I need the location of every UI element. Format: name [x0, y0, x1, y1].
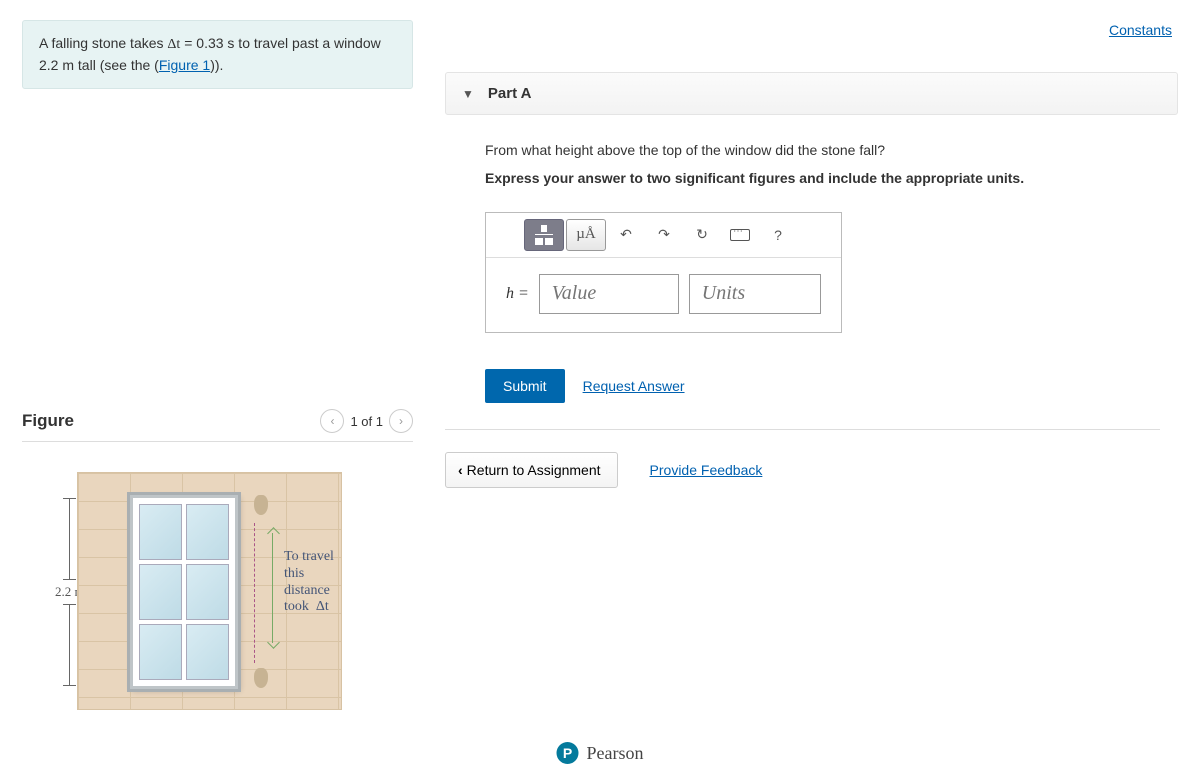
fraction-icon — [535, 225, 553, 245]
answer-box: µÅ ↶ ↷ ↻ ? h = — [485, 212, 842, 333]
value-input[interactable] — [539, 274, 679, 314]
brand-text: Pearson — [587, 743, 644, 764]
figure-link[interactable]: Figure 1 — [159, 57, 210, 73]
instruction-text: Express your answer to two significant f… — [485, 167, 1160, 189]
figure-header: Figure ‹ 1 of 1 › — [22, 409, 413, 442]
figure-nav-text: 1 of 1 — [350, 414, 383, 429]
request-answer-link[interactable]: Request Answer — [583, 378, 685, 394]
redo-icon: ↷ — [658, 226, 670, 243]
help-button[interactable]: ? — [760, 220, 796, 250]
keyboard-button[interactable] — [722, 220, 758, 250]
footer-brand: P Pearson — [557, 742, 644, 764]
submit-button[interactable]: Submit — [485, 369, 565, 403]
feedback-link[interactable]: Provide Feedback — [650, 462, 763, 478]
figure-title: Figure — [22, 411, 74, 431]
reset-button[interactable]: ↻ — [684, 220, 720, 250]
problem-end: )). — [210, 57, 223, 73]
reset-icon: ↻ — [696, 226, 708, 243]
undo-icon: ↶ — [620, 226, 632, 243]
part-label: Part A — [488, 85, 532, 102]
delta-t: Δt — [167, 37, 180, 52]
figure-prev-button[interactable]: ‹ — [320, 409, 344, 433]
help-icon: ? — [774, 227, 782, 243]
figure-next-button[interactable]: › — [389, 409, 413, 433]
constants-link[interactable]: Constants — [1109, 22, 1172, 38]
pearson-logo-icon: P — [557, 742, 579, 764]
figure-image: 2.2 m To travel this distance took Δt — [22, 472, 302, 710]
units-input[interactable] — [689, 274, 821, 314]
templates-button[interactable] — [524, 219, 564, 251]
units-icon-label: µÅ — [576, 226, 595, 243]
figure-caption: To travel this distance took Δt — [284, 549, 334, 616]
undo-button[interactable]: ↶ — [608, 220, 644, 250]
part-header[interactable]: ▼ Part A — [445, 72, 1178, 115]
units-button[interactable]: µÅ — [566, 219, 606, 251]
collapse-icon: ▼ — [462, 87, 474, 101]
question-text: From what height above the top of the wi… — [485, 139, 1160, 161]
problem-eq: = 0.33 s — [180, 35, 234, 51]
return-label: Return to Assignment — [467, 462, 601, 478]
return-button[interactable]: ‹Return to Assignment — [445, 452, 618, 488]
variable-label: h = — [506, 285, 529, 303]
redo-button[interactable]: ↷ — [646, 220, 682, 250]
keyboard-icon — [730, 229, 750, 241]
problem-statement: A falling stone takes Δt = 0.33 s to tra… — [22, 20, 413, 89]
chevron-left-icon: ‹ — [458, 462, 463, 478]
problem-text: A falling stone takes — [39, 35, 167, 51]
